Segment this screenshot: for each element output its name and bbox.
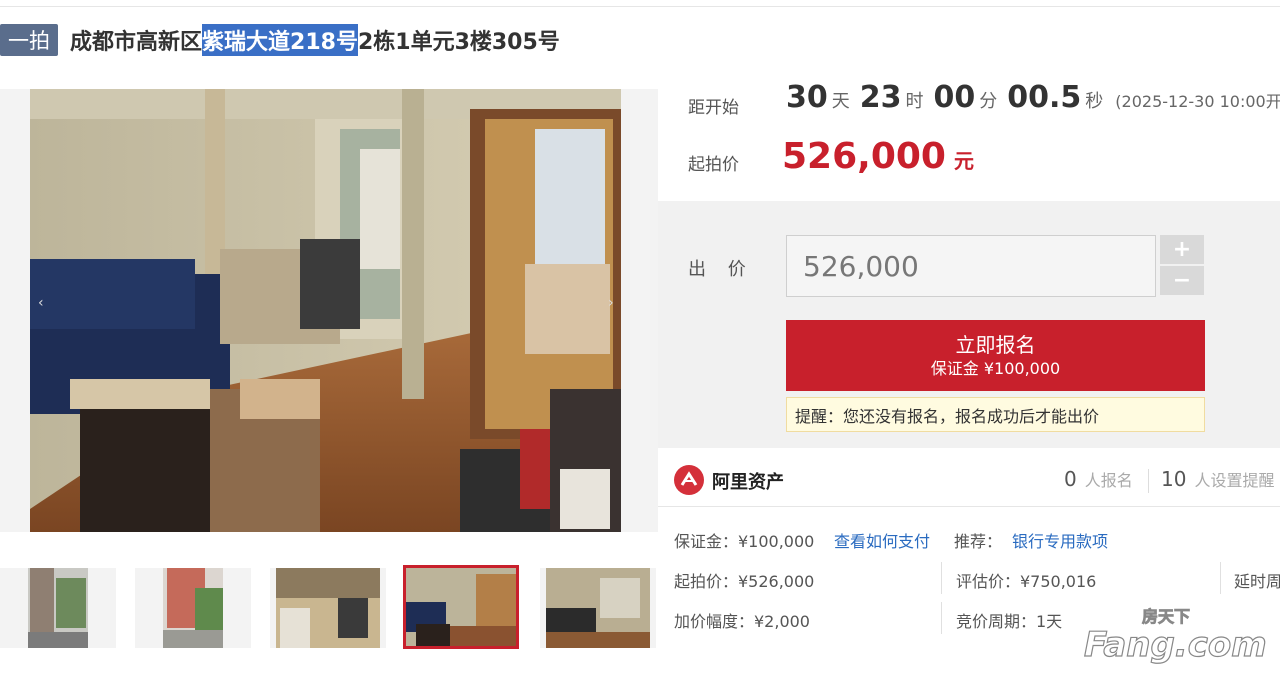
start-price-value: 526,000 [782,136,946,177]
platform-divider [1148,469,1149,493]
start-price-detail: 起拍价：¥526,000 [674,572,815,591]
reminder-count-value: 10 [1161,467,1187,491]
title-prefix: 成都市高新区 [70,30,203,55]
title-row: 一拍 成都市高新区 紫瑞大道218号 2栋1单元3楼305号 [0,22,560,58]
main-photo[interactable] [30,89,621,532]
countdown-days: 30 [786,80,828,115]
recommend-link[interactable]: 银行专用款项 [1012,528,1108,552]
photo-gallery: ‹ › [0,89,658,617]
reminder-count: 10 人设置提醒 [1161,467,1274,491]
detail-divider [1220,562,1221,594]
appraisal-detail: 评估价：¥750,016 [956,572,1097,591]
title-suffix: 2栋1单元3楼305号 [357,30,560,55]
deposit-label: 保证金 ¥100,000 [930,358,1061,378]
page-title: 成都市高新区 紫瑞大道218号 2栋1单元3楼305号 [70,24,560,56]
countdown-minutes: 00 [933,80,976,115]
detail-divider [941,562,942,594]
chevron-left-icon[interactable]: ‹ [38,295,44,311]
start-price-unit: 元 [953,149,974,173]
how-to-pay-link[interactable]: 查看如何支付 [834,528,930,552]
countdown-seconds-unit: 秒 [1085,91,1104,112]
countdown-minutes-unit: 分 [979,91,998,112]
countdown-label: 距开始 [688,98,739,118]
signup-count: 0 人报名 [1064,467,1133,491]
countdown-days-unit: 天 [831,91,850,112]
start-time: (2025-12-30 10:00开始) [1115,92,1280,111]
bid-panel: 出 价 526,000 + − 立即报名 保证金 ¥100,000 提醒：您还没… [658,201,1280,448]
reminder-count-label: 人设置提醒 [1194,471,1275,490]
platform-row: 阿里资产 0 人报名 10 人设置提醒 [658,455,1280,507]
thumbnail-strip [0,563,658,651]
watermark-brand-cn: 房天下 [1142,607,1190,626]
countdown-seconds: 00.5 [1007,80,1082,115]
signup-button[interactable]: 立即报名 保证金 ¥100,000 [786,320,1205,391]
fang-watermark: 房天下 Fang.com [1080,604,1270,666]
cycle-detail: 竞价周期：1天 [956,612,1063,631]
watermark-brand-en: Fang.com [1084,625,1267,665]
top-divider [0,6,1280,7]
signup-tip: 提醒：您还没有报名，报名成功后才能出价 [786,397,1205,432]
thumbnail-1[interactable] [0,568,116,648]
countdown-timer: 30 天 23 时 00 分 00.5 秒 (2025-12-30 10:00开… [786,80,1280,115]
recommend-label: 推荐： [954,532,1003,551]
chevron-right-icon[interactable]: › [608,295,614,311]
auction-round-badge: 一拍 [0,24,58,56]
increment-detail: 加价幅度：¥2,000 [674,612,810,631]
start-price: 526,000 元 [782,136,974,177]
bid-label: 出 价 [688,259,754,280]
thumbnail-2[interactable] [135,568,251,648]
detail-divider [941,602,942,634]
signup-label: 立即报名 [955,332,1036,357]
countdown-hours: 23 [859,80,902,115]
thumbnail-5[interactable] [540,568,656,648]
signup-count-value: 0 [1064,467,1077,491]
thumbnail-3[interactable] [270,568,386,648]
start-price-label: 起拍价 [688,155,739,175]
delay-detail: 延时周 [1234,572,1280,591]
signup-count-label: 人报名 [1084,471,1133,490]
bid-input[interactable]: 526,000 [786,235,1156,297]
bid-decrease-button[interactable]: − [1160,266,1204,295]
countdown-hours-unit: 时 [905,91,924,112]
ali-asset-logo-icon [674,465,704,495]
thumbnail-4[interactable] [403,565,519,649]
platform-name: 阿里资产 [712,472,784,493]
deposit-detail: 保证金：¥100,000 [674,532,815,551]
title-highlight[interactable]: 紫瑞大道218号 [202,24,358,56]
bid-increase-button[interactable]: + [1160,235,1204,264]
